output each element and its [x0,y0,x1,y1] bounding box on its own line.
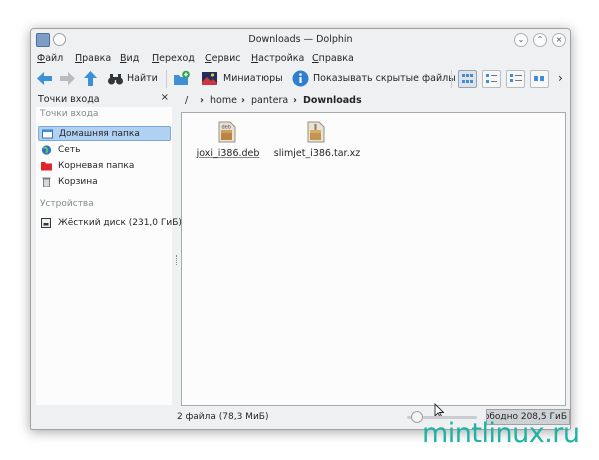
location-breadcrumb[interactable]: / › home › pantera › Downloads [181,92,568,110]
file-name[interactable]: slimjet_i386.tar.xz [272,148,362,159]
harddisk-icon [41,218,51,228]
place-trash[interactable]: Корзина [38,175,171,190]
breadcrumb-separator: › [293,95,297,106]
split-view-button[interactable] [530,70,549,88]
places-section-heading: Точки входа [40,109,99,119]
file-item[interactable]: deb joxi_i386.deb [183,121,273,166]
place-network-label: Сеть [58,145,81,155]
root-folder-icon [41,162,52,171]
menu-go[interactable]: Переход [152,53,195,64]
window-title: Downloads — Dolphin [248,34,353,45]
close-button[interactable]: × [552,33,566,47]
titlebar[interactable]: Downloads — Dolphin ⌄ ⌃ × [31,29,570,51]
place-trash-label: Корзина [58,177,98,187]
menu-tools[interactable]: Сервис [205,53,241,64]
deb-package-icon: deb [218,121,236,143]
main-toolbar: Найти Миниатюры Показывать скрытые файлы [31,68,570,90]
show-hidden-files-label[interactable]: Показывать скрытые файлы [313,73,456,84]
breadcrumb-home[interactable]: home [210,95,237,106]
breadcrumb-current[interactable]: Downloads [303,95,362,106]
minimize-button[interactable]: ⌄ [514,33,528,47]
toolbar-overflow-button[interactable]: › [558,71,563,85]
find-button-label[interactable]: Найти [127,73,158,84]
breadcrumb-separator: › [241,95,245,106]
new-folder-icon[interactable] [173,70,190,87]
file-item[interactable]: slimjet_i386.tar.xz [272,121,362,166]
breadcrumb-root[interactable]: / [185,95,188,106]
details-view-button[interactable] [506,70,525,88]
menubar: Файл Правка Вид Переход Сервис Настройка… [31,51,570,68]
previews-button-label[interactable]: Миниатюры [223,73,283,84]
file-view[interactable]: deb joxi_i386.deb slimjet_i386.tar.xz [181,112,566,419]
trash-icon [42,177,51,187]
places-panel-title: Точки входа [38,94,100,105]
binoculars-icon[interactable] [107,70,124,87]
archive-icon [307,121,325,143]
places-list: Точки входа Домашняя папка Сеть Корневая… [36,107,182,405]
dolphin-window: Downloads — Dolphin ⌄ ⌃ × Файл Правка Ви… [30,28,571,430]
menu-edit[interactable]: Правка [75,53,111,64]
file-name[interactable]: joxi_i386.deb [183,148,273,159]
watermark-text: mintlinux.ru [422,418,580,449]
forward-arrow-icon[interactable] [59,70,76,87]
maximize-button[interactable]: ⌃ [533,33,547,47]
place-root[interactable]: Корневая папка [38,159,171,174]
place-home-label: Домашняя папка [59,129,140,139]
menu-file[interactable]: Файл [37,53,63,64]
back-arrow-icon[interactable] [36,70,53,87]
menu-settings[interactable]: Настройка [251,53,304,64]
up-arrow-icon[interactable] [82,70,99,87]
menu-help[interactable]: Справка [312,53,354,64]
places-panel: Точки входа × Точки входа Домашняя папка… [34,92,182,406]
file-badge: deb [222,125,231,131]
places-panel-header: Точки входа × [34,92,173,107]
toolbar-separator [166,70,167,88]
breadcrumb-pantera[interactable]: pantera [251,95,288,106]
device-harddisk-label: Жёсткий диск (231,0 ГиБ) [58,218,182,228]
place-home[interactable]: Домашняя папка [38,126,171,141]
compact-view-button[interactable] [482,70,501,88]
place-network[interactable]: Сеть [38,143,171,158]
toolbar-separator [451,70,452,88]
menu-view[interactable]: Вид [120,53,139,64]
place-root-label: Корневая папка [58,161,135,171]
info-icon[interactable] [292,70,309,87]
network-icon [41,145,52,155]
breadcrumb-separator: › [200,95,204,106]
device-harddisk[interactable]: Жёсткий диск (231,0 ГиБ) [38,216,182,231]
icons-view-button[interactable] [458,70,477,88]
status-text: 2 файла (78,3 МиБ) [177,412,269,422]
devices-section-heading: Устройства [40,199,94,209]
panel-close-button[interactable]: × [161,92,169,103]
home-icon [42,129,53,139]
panel-splitter-handle[interactable] [176,255,179,265]
previews-icon[interactable] [201,70,218,87]
